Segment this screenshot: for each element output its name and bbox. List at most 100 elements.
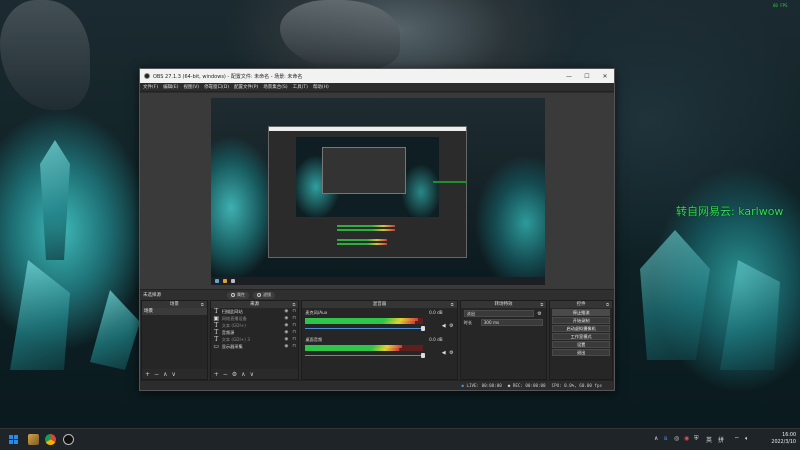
slider-handle[interactable]: [421, 353, 426, 358]
stop-streaming-button[interactable]: 停止推流: [552, 309, 610, 316]
source-item[interactable]: T 音频源 ◉ ⊓: [211, 329, 299, 336]
menu-view[interactable]: 视图(V): [183, 84, 199, 90]
volume-slider[interactable]: [305, 326, 453, 331]
source-item[interactable]: ▭ 显示器采集 ◉ ⊓: [211, 343, 299, 350]
source-properties-button[interactable]: ⚙: [232, 371, 237, 378]
transition-type-select[interactable]: 淡出: [463, 310, 535, 317]
program-preview[interactable]: [211, 98, 545, 285]
source-type-icon: T: [214, 322, 219, 329]
transition-settings-icon[interactable]: ⚙: [537, 311, 543, 317]
lock-icon[interactable]: ⊓: [292, 330, 298, 335]
move-scene-down-button[interactable]: ∨: [171, 371, 175, 378]
transitions-dock-title: 转场特效 ⧉: [460, 301, 547, 308]
source-label: 文本 (GDI+) 3: [221, 336, 250, 342]
menu-profile[interactable]: 配置文件(P): [234, 84, 258, 90]
window-title: OBS 27.1.3 (64-bit, windows) - 配置文件: 未命名…: [153, 73, 303, 80]
menu-file[interactable]: 文件(F): [143, 84, 158, 90]
remove-scene-button[interactable]: −: [154, 371, 159, 378]
system-clock[interactable]: 16:00 2022/3/10: [762, 432, 796, 446]
scenes-dock-title: 场景 ⧉: [142, 301, 207, 308]
close-button[interactable]: ✕: [596, 73, 614, 80]
dock-undock-icon[interactable]: ⧉: [606, 301, 609, 308]
chevron-up-icon[interactable]: ∧: [654, 435, 658, 442]
gear-icon[interactable]: ⚙: [449, 323, 453, 329]
eye-icon[interactable]: ◉: [284, 323, 290, 328]
menu-help[interactable]: 帮助(H): [313, 84, 329, 90]
source-type-icon: ▣: [213, 315, 220, 322]
sources-dock-title: 来源 ⧉: [210, 301, 299, 308]
add-scene-button[interactable]: +: [145, 371, 150, 378]
gear-icon[interactable]: ⚙: [449, 350, 453, 356]
remove-source-button[interactable]: −: [223, 371, 228, 378]
bluetooth-icon[interactable]: ʙ: [664, 435, 667, 442]
controls-dock-title: 控件 ⧉: [550, 301, 612, 308]
move-source-up-button[interactable]: ∧: [241, 371, 245, 378]
filters-button[interactable]: 滤镜: [253, 291, 275, 299]
eye-icon[interactable]: ◉: [284, 337, 290, 342]
shield-icon[interactable]: ⛨: [694, 435, 699, 443]
add-source-button[interactable]: +: [214, 371, 219, 378]
exit-button[interactable]: 退出: [552, 349, 610, 356]
channel-watermark-text: 转自网易云: karlwow: [676, 205, 784, 218]
ime-mode-indicator[interactable]: 拼: [718, 435, 724, 444]
source-toolbar: 未选择源 属性 滤镜: [140, 289, 614, 300]
menu-bar: 文件(F) 编辑(E) 视图(V) 停靠窗口(D) 配置文件(P) 场景集合(S…: [140, 83, 614, 92]
wallpaper-rock: [0, 0, 90, 110]
source-item[interactable]: T 扫描此网站 ◉ ⊓: [211, 308, 299, 315]
maximize-button[interactable]: ☐: [578, 73, 596, 80]
controls-dock: 控件 ⧉ 停止推流 开始录制 启动虚拟摄像机 工作室模式 设置 退出: [549, 300, 613, 380]
rec-status: ● REC: 00:00:00: [507, 383, 546, 388]
menu-docks[interactable]: 停靠窗口(D): [204, 84, 229, 90]
eye-icon[interactable]: ◉: [284, 330, 290, 335]
minimize-button[interactable]: —: [560, 73, 578, 80]
eye-icon[interactable]: ◉: [284, 309, 290, 314]
eye-icon[interactable]: ◉: [284, 316, 290, 321]
source-item[interactable]: T 文本 (GDI+) 3 ◉ ⊓: [211, 336, 299, 343]
chrome-icon[interactable]: [45, 434, 56, 445]
move-source-down-button[interactable]: ∨: [250, 371, 254, 378]
volume-icon[interactable]: 🔈︎: [745, 435, 749, 443]
dock-undock-icon[interactable]: ⧉: [201, 301, 204, 308]
menu-tools[interactable]: 工具(T): [293, 84, 308, 90]
ime-language-indicator[interactable]: 英: [706, 435, 712, 444]
file-explorer-icon[interactable]: [28, 434, 39, 445]
menu-edit[interactable]: 编辑(E): [163, 84, 178, 90]
settings-button[interactable]: 设置: [552, 341, 610, 348]
network-icon[interactable]: ◎: [674, 435, 679, 442]
lock-icon[interactable]: ⊓: [292, 309, 298, 314]
dock-undock-icon[interactable]: ⧉: [292, 301, 295, 308]
filter-icon: [257, 293, 261, 297]
windows-taskbar: ∧ ʙ ◎ ◉ ⛨ 英 拼 ⌔ 🔈︎ 16:00 2022/3/10: [0, 428, 800, 450]
menu-scene-collection[interactable]: 场景集合(S): [263, 84, 287, 90]
dock-undock-icon[interactable]: ⧉: [540, 301, 543, 308]
speaker-icon[interactable]: ◀: [442, 350, 446, 356]
properties-button[interactable]: 属性: [227, 291, 249, 299]
source-item[interactable]: T 文本 (GDI+) ◉ ⊓: [211, 322, 299, 329]
source-item[interactable]: ▣ 网络直播设备 ◉ ⊓: [211, 315, 299, 322]
wallpaper-crystal: [720, 260, 780, 370]
mixer-channel: 桌面音频 0.0 dB ◀ ⚙: [302, 335, 456, 362]
obs-taskbar-icon[interactable]: [63, 434, 74, 445]
move-scene-up-button[interactable]: ∧: [163, 371, 167, 378]
dock-undock-icon[interactable]: ⧉: [451, 301, 454, 308]
dock-area: 场景 ⧉ 场景 + − ∧ ∨ 来源 ⧉ T 扫描此网站 ◉ ⊓ ▣ 网络直播设备 ◉ ⊓ T 文本 …: [140, 300, 614, 380]
lock-icon[interactable]: ⊓: [292, 344, 298, 349]
title-bar[interactable]: OBS 27.1.3 (64-bit, windows) - 配置文件: 未命名…: [140, 69, 614, 83]
wifi-icon[interactable]: ⌔: [734, 435, 740, 443]
antivirus-icon[interactable]: ◉: [684, 435, 689, 442]
lock-icon[interactable]: ⊓: [292, 337, 298, 342]
studio-mode-button[interactable]: 工作室模式: [552, 333, 610, 340]
volume-meter: [305, 345, 424, 351]
start-virtual-camera-button[interactable]: 启动虚拟摄像机: [552, 325, 610, 332]
start-button[interactable]: [8, 434, 19, 445]
scene-item[interactable]: 场景: [142, 308, 207, 315]
volume-slider[interactable]: [305, 353, 453, 358]
duration-input[interactable]: 300 ms: [480, 319, 544, 326]
speaker-icon[interactable]: ◀: [442, 323, 446, 329]
lock-icon[interactable]: ⊓: [292, 323, 298, 328]
obs-window[interactable]: OBS 27.1.3 (64-bit, windows) - 配置文件: 未命名…: [139, 68, 615, 391]
eye-icon[interactable]: ◉: [284, 344, 290, 349]
slider-handle[interactable]: [421, 326, 426, 331]
lock-icon[interactable]: ⊓: [292, 316, 298, 321]
start-recording-button[interactable]: 开始录制: [552, 317, 610, 324]
